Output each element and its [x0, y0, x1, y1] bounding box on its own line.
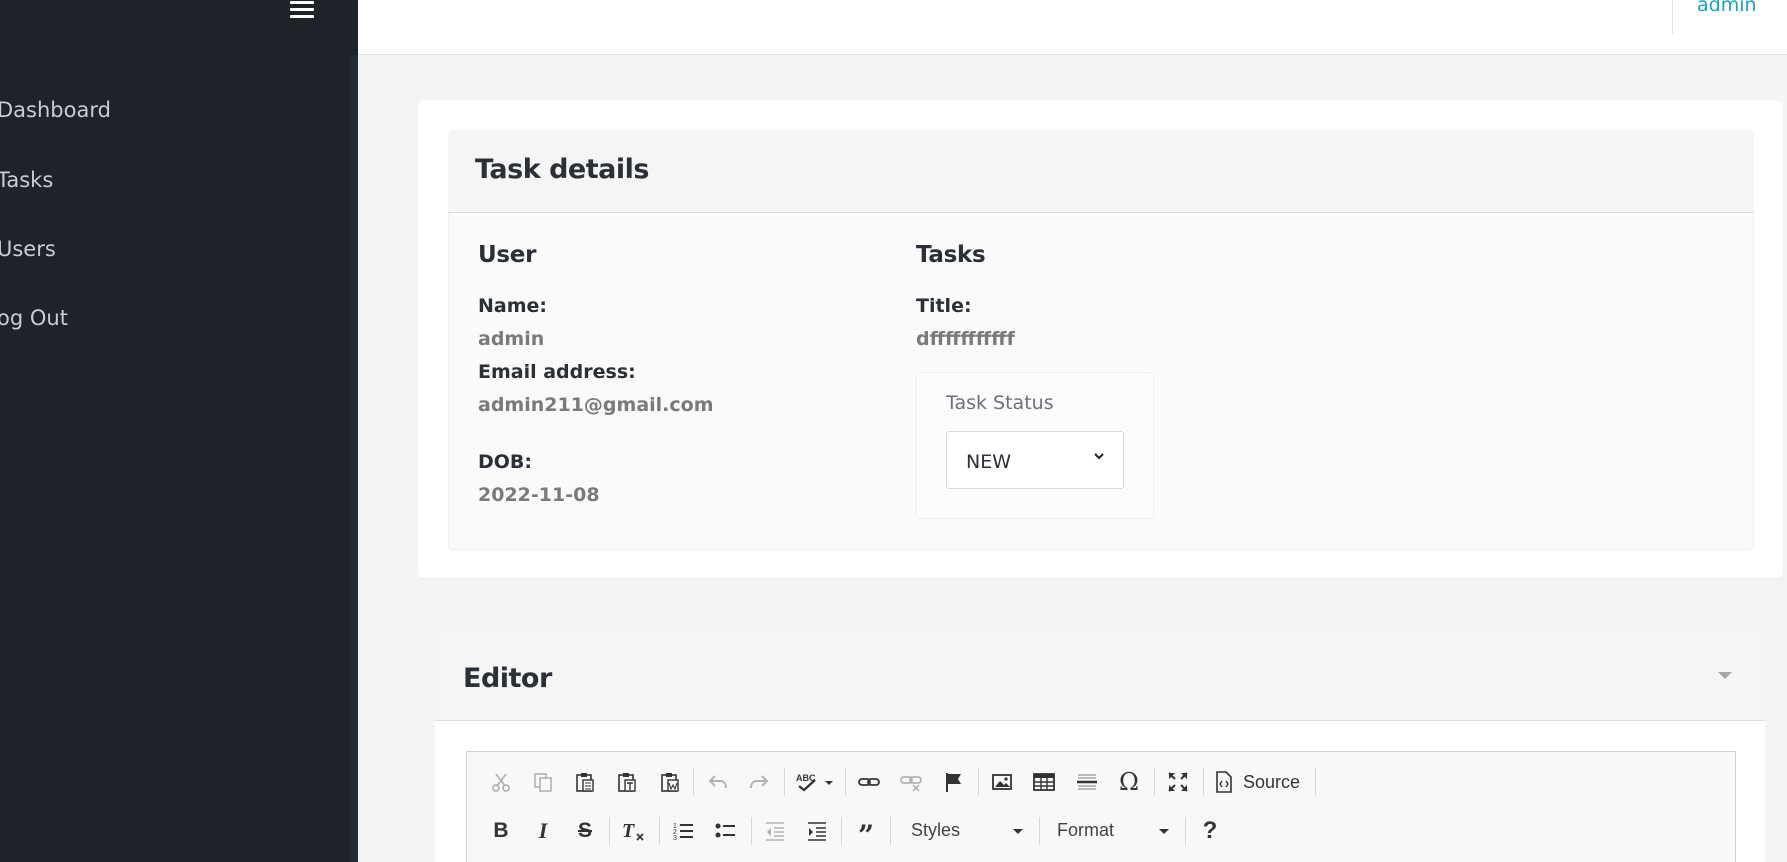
toolbar-separator	[693, 768, 694, 796]
user-menu-link[interactable]: admin	[1697, 0, 1757, 16]
toolbar-separator	[978, 768, 979, 796]
paste-word-icon[interactable]	[656, 765, 684, 799]
chevron-down-icon	[1094, 453, 1104, 460]
name-label: Name:	[478, 295, 548, 317]
toolbar-separator	[609, 817, 610, 845]
undo-icon[interactable]	[704, 765, 732, 799]
toolbar-separator	[845, 768, 846, 796]
copy-icon[interactable]	[529, 765, 557, 799]
sidebar-item-dashboard[interactable]: Dashboard	[0, 98, 111, 122]
svg-text:3: 3	[673, 835, 677, 842]
format-label: Format	[1057, 820, 1115, 840]
paste-text-icon[interactable]	[613, 765, 641, 799]
tasks-section-title: Tasks	[916, 242, 986, 268]
horizontal-line-icon[interactable]	[1073, 765, 1101, 799]
task-title-value: dfffffffffff	[916, 328, 1015, 350]
name-value: admin	[478, 328, 545, 350]
toolbar-separator	[1203, 768, 1204, 796]
redo-icon[interactable]	[745, 765, 773, 799]
dob-label: DOB:	[478, 451, 533, 473]
sidebar-item-users[interactable]: Users	[0, 237, 56, 261]
outdent-icon[interactable]	[761, 814, 789, 848]
numbered-list-icon[interactable]: 123	[669, 814, 697, 848]
toolbar-separator	[751, 817, 752, 845]
remove-format-icon[interactable]: T	[619, 814, 649, 848]
task-status-label: Task Status	[946, 392, 1054, 414]
special-character-icon[interactable]: Ω	[1115, 765, 1143, 799]
dropdown-arrow-icon	[1159, 829, 1169, 834]
styles-dropdown[interactable]: Styles	[901, 814, 1031, 848]
task-details-title: Task details	[475, 154, 649, 185]
svg-text:T: T	[622, 820, 635, 842]
bulleted-list-icon[interactable]	[711, 814, 739, 848]
table-icon[interactable]	[1030, 765, 1058, 799]
task-title-label: Title:	[916, 295, 972, 317]
task-status-value: NEW	[966, 451, 1012, 473]
top-bar	[358, 0, 1787, 55]
topbar-divider	[1672, 0, 1673, 34]
toolbar-separator	[890, 817, 891, 845]
toolbar-separator	[659, 817, 660, 845]
spellcheck-icon[interactable]: ABC	[794, 765, 836, 799]
collapse-caret-icon[interactable]	[1718, 672, 1732, 679]
source-label: Source	[1243, 771, 1301, 792]
sidebar	[0, 0, 358, 862]
editor-header	[435, 630, 1765, 721]
source-icon	[1216, 771, 1232, 793]
paste-icon[interactable]	[571, 765, 599, 799]
link-icon[interactable]	[855, 765, 883, 799]
help-icon[interactable]: ?	[1196, 814, 1224, 848]
hamburger-menu-icon[interactable]	[290, 0, 316, 20]
styles-label: Styles	[911, 820, 961, 840]
image-icon[interactable]	[988, 765, 1016, 799]
indent-icon[interactable]	[803, 814, 831, 848]
bold-icon[interactable]: B	[487, 814, 515, 848]
editor-title: Editor	[463, 663, 552, 694]
sidebar-edge	[350, 55, 358, 862]
toolbar-separator	[784, 768, 785, 796]
dob-value: 2022-11-08	[478, 484, 600, 506]
toolbar-separator	[1154, 768, 1155, 796]
toolbar-separator	[841, 817, 842, 845]
toolbar-separator	[1315, 768, 1316, 796]
toolbar-separator	[1039, 817, 1040, 845]
task-status-select[interactable]: NEW	[946, 431, 1124, 489]
anchor-flag-icon[interactable]	[940, 765, 968, 799]
sidebar-item-tasks[interactable]: Tasks	[0, 168, 53, 192]
source-button[interactable]: Source	[1214, 765, 1308, 799]
format-dropdown[interactable]: Format	[1047, 814, 1177, 848]
unlink-icon[interactable]	[897, 765, 925, 799]
maximize-icon[interactable]	[1164, 765, 1192, 799]
italic-icon[interactable]: I	[529, 814, 557, 848]
email-label: Email address:	[478, 361, 636, 383]
email-value: admin211@gmail.com	[478, 394, 714, 416]
blockquote-icon[interactable]: ”	[852, 814, 880, 850]
toolbar-separator	[1185, 817, 1186, 845]
dropdown-arrow-icon	[1013, 829, 1023, 834]
cut-icon[interactable]	[487, 765, 515, 799]
strikethrough-icon[interactable]: S	[571, 814, 599, 848]
sidebar-item-logout[interactable]: og Out	[0, 306, 68, 330]
user-section-title: User	[478, 242, 537, 268]
